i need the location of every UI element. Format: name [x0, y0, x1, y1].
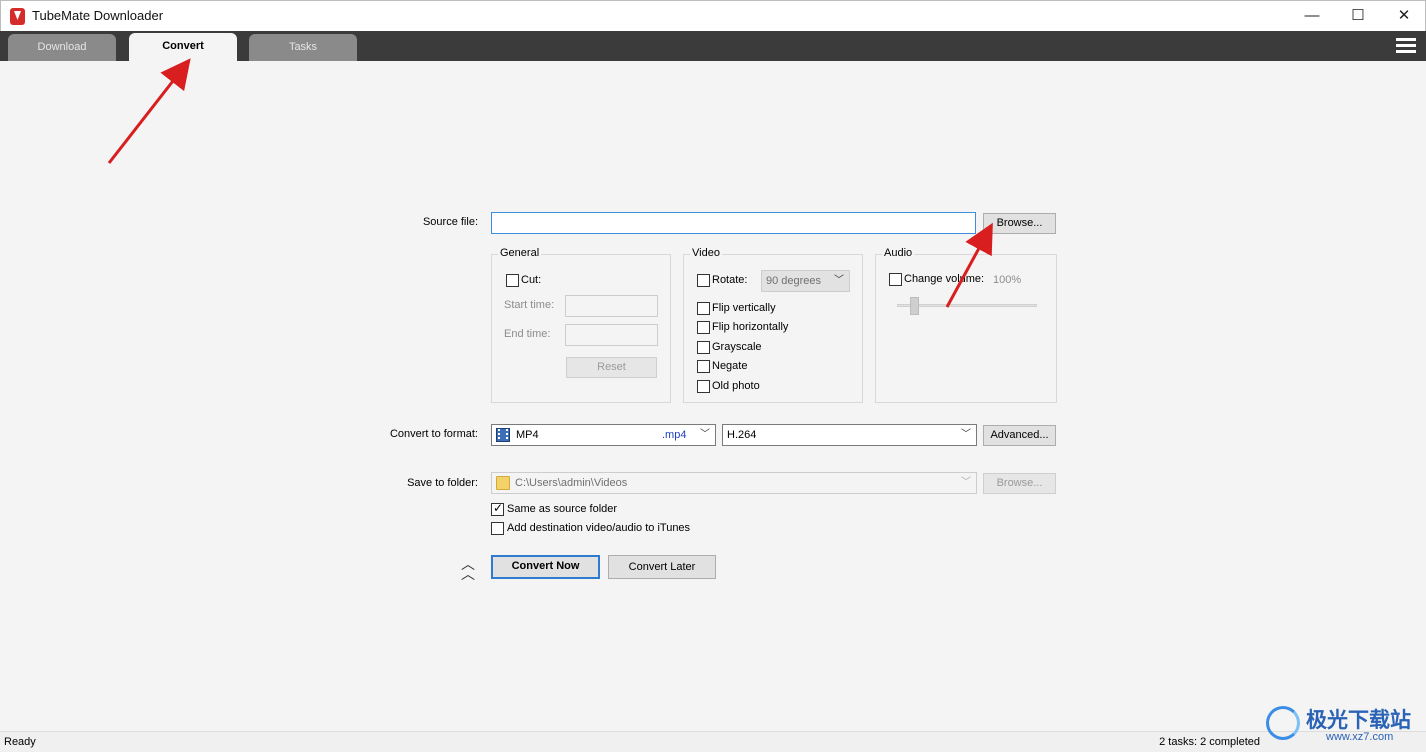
save-folder-path: C:\Users\admin\Videos: [515, 477, 628, 489]
maximize-button[interactable]: ☐: [1335, 1, 1381, 31]
general-group: General Cut: Start time: End time: Reset: [491, 247, 671, 403]
tab-download[interactable]: Download: [8, 34, 116, 61]
tab-convert[interactable]: Convert: [129, 33, 237, 62]
flip-horizontally-label: Flip horizontally: [712, 321, 789, 333]
change-volume-checkbox[interactable]: [889, 273, 902, 286]
format-extension: .mp4: [662, 429, 687, 441]
start-time-input[interactable]: [565, 295, 658, 317]
flip-vertically-checkbox[interactable]: [697, 302, 710, 315]
change-volume-label: Change volume:: [904, 273, 985, 285]
negate-checkbox[interactable]: [697, 360, 710, 373]
codec-select[interactable]: H.264 ﹀: [722, 424, 977, 446]
status-text: Ready: [4, 736, 36, 748]
start-time-label: Start time:: [504, 299, 555, 311]
end-time-label: End time:: [504, 328, 551, 340]
same-as-source-label: Same as source folder: [507, 503, 618, 515]
audio-group-title: Audio: [882, 247, 915, 259]
itunes-checkbox[interactable]: [491, 522, 504, 535]
codec-value: H.264: [727, 429, 757, 441]
convert-panel: Source file: Browse... General Cut: Star…: [0, 61, 1426, 731]
minimize-button[interactable]: —: [1289, 1, 1335, 31]
same-as-source-checkbox[interactable]: [491, 501, 504, 516]
save-folder-label: Save to folder:: [407, 477, 478, 489]
title-bar: TubeMate Downloader — ☐ ✕: [0, 0, 1426, 31]
negate-label: Negate: [712, 360, 748, 372]
folder-icon: [496, 476, 510, 490]
convert-now-button[interactable]: Convert Now: [491, 555, 600, 579]
rotate-select-value: 90 degrees: [766, 275, 822, 287]
end-time-input[interactable]: [565, 324, 658, 346]
watermark: 极光下载站 www.xz7.com: [1266, 704, 1416, 746]
chevron-down-icon: ﹀: [700, 429, 710, 440]
grayscale-label: Grayscale: [712, 341, 762, 353]
tab-bar: Download Convert Tasks: [0, 31, 1426, 62]
audio-group: Audio Change volume: 100%: [875, 247, 1057, 403]
watermark-title: 极光下载站: [1306, 708, 1411, 732]
advanced-button[interactable]: Advanced...: [983, 425, 1056, 446]
hamburger-menu-icon[interactable]: [1396, 38, 1416, 54]
general-group-title: General: [498, 247, 542, 259]
window-title: TubeMate Downloader: [32, 8, 164, 23]
rotate-checkbox[interactable]: [697, 274, 710, 287]
convert-format-label: Convert to format:: [389, 428, 478, 440]
tab-tasks[interactable]: Tasks: [249, 34, 357, 61]
watermark-logo-icon: [1266, 706, 1300, 740]
chevron-down-icon: ﹀: [961, 429, 971, 440]
watermark-url: www.xz7.com: [1326, 731, 1394, 743]
source-browse-button[interactable]: Browse...: [983, 213, 1056, 234]
old-photo-label: Old photo: [712, 380, 760, 392]
flip-vertically-label: Flip vertically: [712, 302, 776, 314]
volume-slider-thumb[interactable]: [910, 297, 919, 315]
save-folder-select[interactable]: C:\Users\admin\Videos ﹀: [491, 472, 977, 494]
itunes-label: Add destination video/audio to iTunes: [507, 522, 691, 534]
status-bar: Ready 2 tasks: 2 completed: [0, 731, 1426, 752]
source-file-input[interactable]: [491, 212, 976, 234]
reset-button[interactable]: Reset: [566, 357, 657, 378]
chevron-down-icon: ﹀: [961, 477, 971, 488]
grayscale-checkbox[interactable]: [697, 341, 710, 354]
task-summary: 2 tasks: 2 completed: [1159, 736, 1260, 748]
film-icon: [496, 428, 510, 442]
collapse-up-icon[interactable]: ︿ ︿: [461, 557, 475, 581]
close-button[interactable]: ✕: [1381, 1, 1426, 31]
convert-later-button[interactable]: Convert Later: [608, 555, 716, 579]
rotate-select[interactable]: 90 degrees ﹀: [761, 270, 850, 292]
cut-label: Cut:: [521, 274, 542, 286]
app-logo-icon: [10, 8, 25, 25]
source-file-label: Source file:: [422, 216, 478, 228]
video-group-title: Video: [690, 247, 722, 259]
flip-horizontally-checkbox[interactable]: [697, 321, 710, 334]
folder-browse-button[interactable]: Browse...: [983, 473, 1056, 494]
volume-value: 100%: [993, 274, 1022, 286]
rotate-label: Rotate:: [712, 274, 748, 286]
format-container: MP4: [516, 429, 539, 441]
cut-checkbox[interactable]: [506, 274, 519, 287]
format-select[interactable]: MP4 .mp4 ﹀: [491, 424, 716, 446]
old-photo-checkbox[interactable]: [697, 380, 710, 393]
chevron-down-icon: ﹀: [834, 275, 844, 286]
video-group: Video Rotate: 90 degrees ﹀ Flip vertical…: [683, 247, 863, 403]
